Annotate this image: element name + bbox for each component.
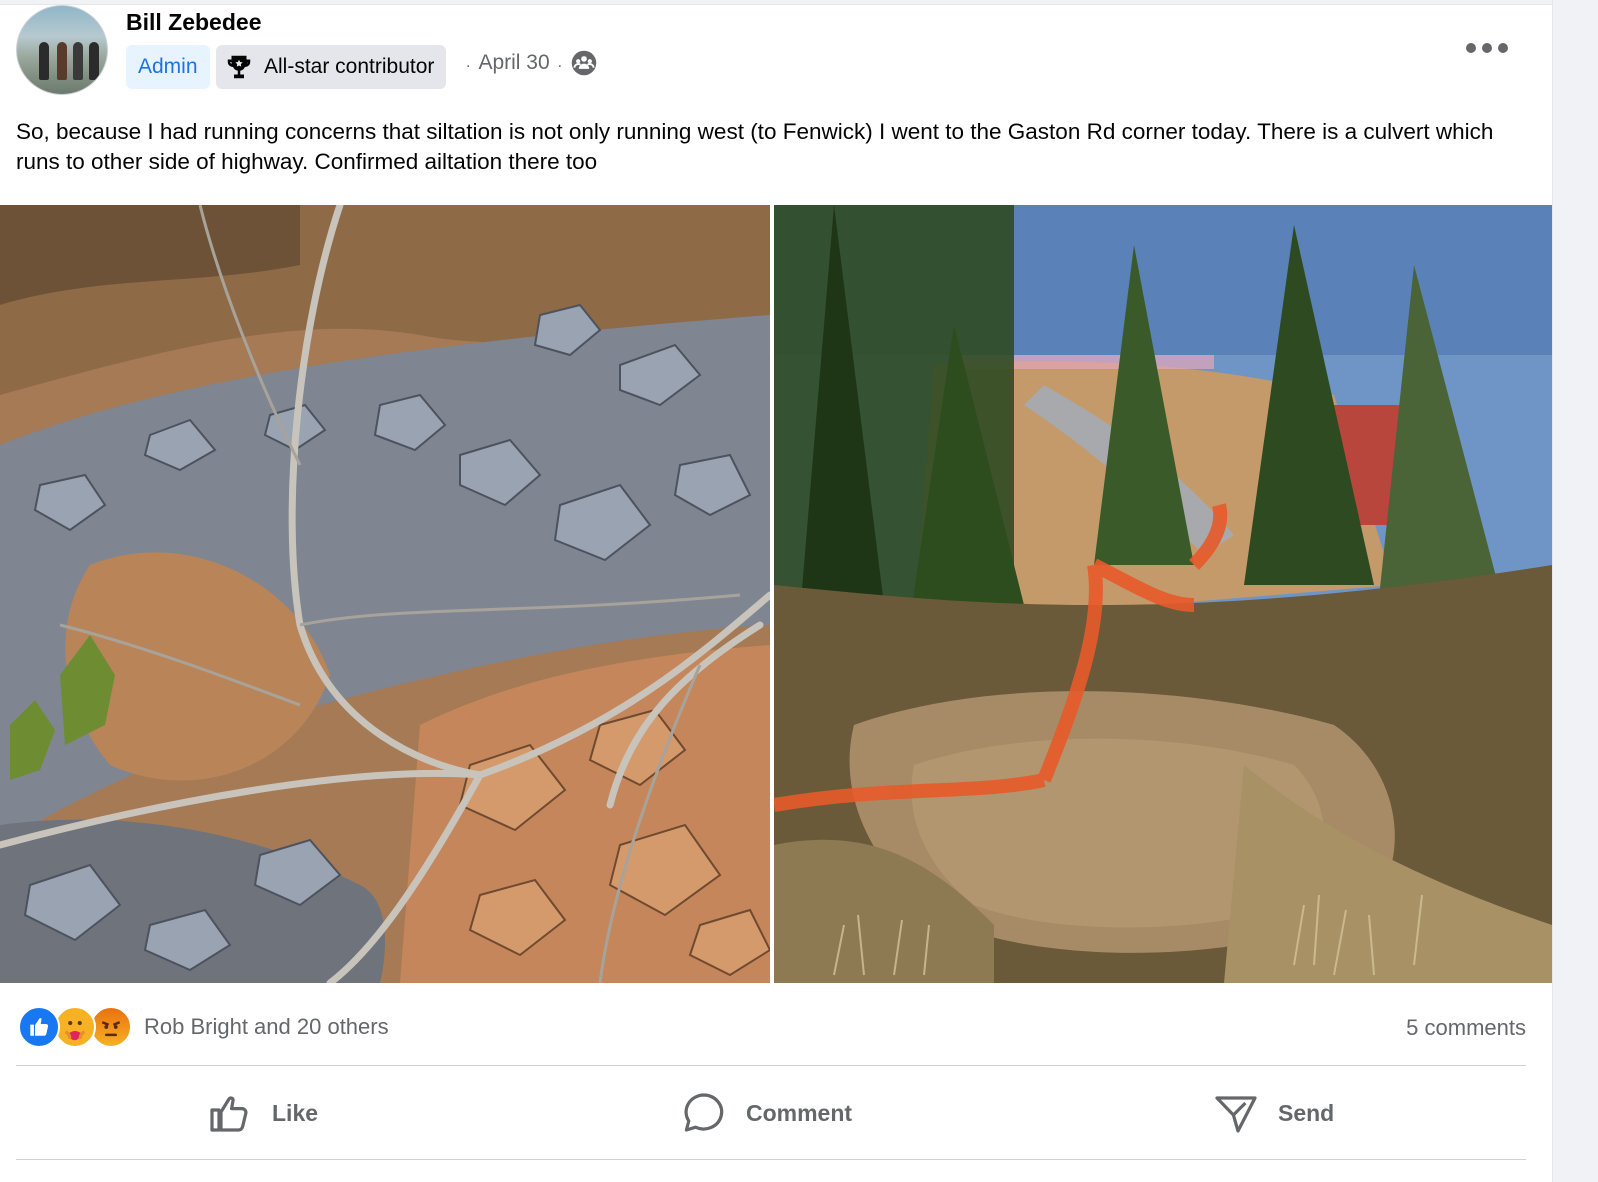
post-meta: . April 30 .	[466, 49, 598, 77]
page-background-strip	[1552, 0, 1598, 1182]
more-options-button[interactable]	[1466, 41, 1508, 55]
badge-label: All-star contributor	[264, 55, 435, 78]
post-photo-1[interactable]	[0, 205, 770, 983]
reactions-summary[interactable]: Rob Bright and 20 others	[18, 1005, 389, 1049]
divider	[16, 1159, 1526, 1160]
speech-bubble-icon	[684, 1093, 724, 1132]
rocks-photo	[0, 205, 770, 983]
group-globe-icon[interactable]	[570, 49, 598, 77]
reactions-count-text[interactable]: Rob Bright and 20 others	[144, 1014, 389, 1040]
post-photo-2[interactable]	[774, 205, 1552, 983]
post-body-text: So, because I had running concerns that …	[16, 119, 1494, 174]
comments-count-link[interactable]: 5 comments	[1406, 1015, 1526, 1041]
divider	[16, 1065, 1526, 1066]
angry-reaction-icon	[90, 1006, 132, 1048]
meta-separator: .	[557, 54, 563, 71]
author-name[interactable]: Bill Zebedee	[126, 9, 261, 36]
culvert-photo	[774, 205, 1552, 983]
comment-label: Comment	[746, 1099, 853, 1126]
send-button[interactable]: Send	[1212, 1075, 1334, 1151]
thumbs-up-icon	[210, 1096, 248, 1132]
post-date[interactable]: April 30	[478, 51, 549, 75]
author-avatar[interactable]	[16, 5, 108, 95]
admin-badge[interactable]: Admin	[126, 45, 210, 89]
post-card: Bill Zebedee Admin All-star contributor …	[0, 4, 1552, 1182]
comment-button[interactable]: Comment	[680, 1075, 852, 1151]
like-label: Like	[272, 1099, 319, 1126]
meta-separator: .	[466, 54, 471, 71]
all-star-contributor-badge[interactable]: All-star contributor	[216, 45, 447, 89]
care-reaction-icon	[54, 1006, 96, 1048]
more-horizontal-icon	[1466, 43, 1476, 53]
post-action-bar: Like Comment Send	[16, 1075, 1526, 1151]
like-reaction-icon	[18, 1006, 60, 1048]
send-label: Send	[1278, 1099, 1335, 1126]
trophy-icon	[227, 55, 251, 79]
like-button[interactable]: Like	[206, 1075, 318, 1151]
send-icon	[1215, 1096, 1257, 1133]
